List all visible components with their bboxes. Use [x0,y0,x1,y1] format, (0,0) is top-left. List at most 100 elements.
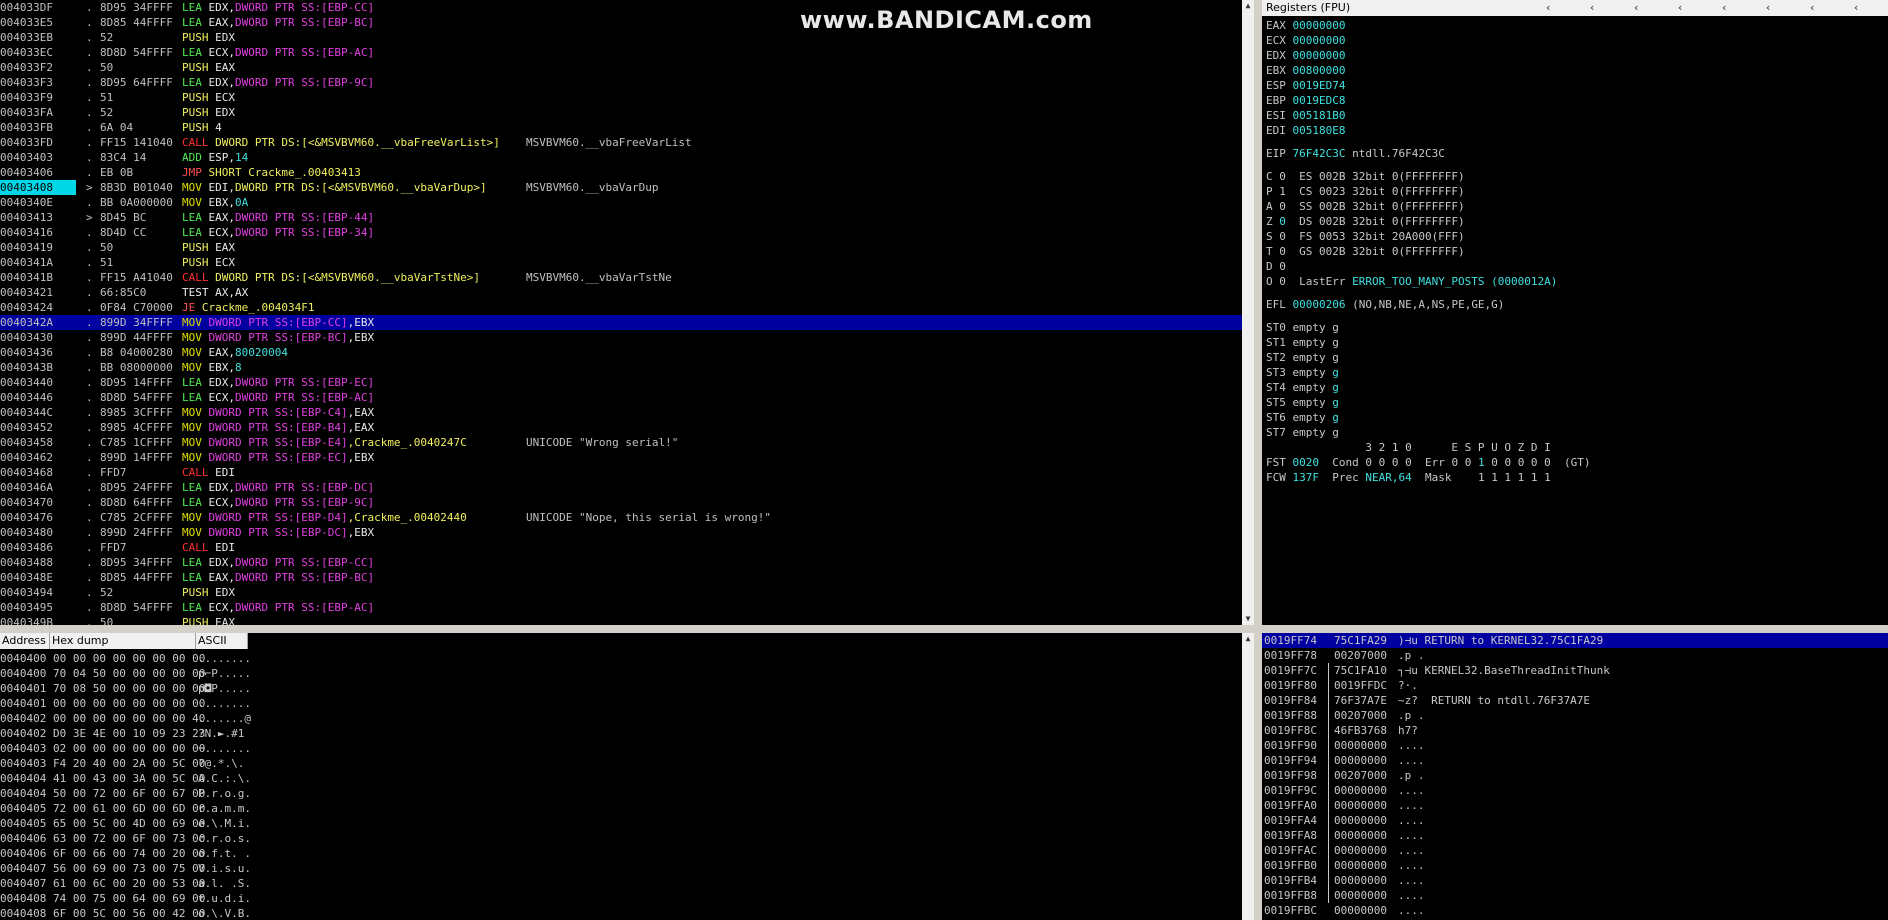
register-line[interactable]: P 1 CS 0023 32bit 0(FFFFFFFF) [1266,184,1465,199]
disasm-row[interactable]: 0040346A. 8D95 24FFFF LEA EDX,DWORD PTR SS… [0,480,1242,495]
stack-row[interactable]: 0019FFB4 00000000.... [1262,873,1888,888]
register-line[interactable]: ST3 empty g [1266,365,1339,380]
disasm-row[interactable]: 0040342A. 899D 34FFFF MOV DWORD PTR SS:[EB… [0,315,1242,330]
disasm-row[interactable]: 00403495. 8D8D 54FFFF LEA ECX,DWORD PTR SS… [0,600,1242,615]
stack-row[interactable]: 0019FFB0 00000000.... [1262,858,1888,873]
disasm-row[interactable]: 00403421. 66:85C0 TEST AX,AX [0,285,1242,300]
nav-left-icon[interactable]: ‹ [1590,0,1594,16]
register-line[interactable]: Z 0 DS 002B 32bit 0(FFFFFFFF) [1266,214,1465,229]
registers-pane[interactable]: Registers (FPU) ‹ ‹ ‹ ‹ ‹ ‹ ‹ ‹ EAX 0000… [1262,0,1888,625]
register-line[interactable]: ST7 empty g [1266,425,1339,440]
disasm-row[interactable]: 00403488. 8D95 34FFFF LEA EDX,DWORD PTR SS… [0,555,1242,570]
nav-left-icon[interactable]: ‹ [1854,0,1858,16]
stack-row[interactable]: 0019FF78 00207000 .p . [1262,648,1888,663]
register-line[interactable]: ST0 empty g [1266,320,1339,335]
register-line[interactable]: FST 0020 Cond 0 0 0 0 Err 0 0 1 0 0 0 0 … [1266,455,1591,470]
stack-row[interactable]: 0019FFBC 00000000.... [1262,903,1888,918]
nav-left-icon[interactable]: ‹ [1766,0,1770,16]
scroll-up-arrow-icon[interactable]: ▲ [1242,633,1254,645]
disasm-row[interactable]: 00403458. C785 1CFFFF MOV DWORD PTR SS:[EB… [0,435,1242,450]
disasm-row[interactable]: 0040349B. 50 PUSH EAX [0,615,1242,625]
disasm-row[interactable]: 004033F9. 51 PUSH ECX [0,90,1242,105]
register-line[interactable]: C 0 ES 002B 32bit 0(FFFFFFFF) [1266,169,1465,184]
register-line[interactable]: D 0 [1266,259,1286,274]
stack-row[interactable]: 0019FF88 00207000 .p . [1262,708,1888,723]
disasm-row[interactable]: 004033FB. 6A 04 PUSH 4 [0,120,1242,135]
disasm-row[interactable]: 00403446. 8D8D 54FFFF LEA ECX,DWORD PTR SS… [0,390,1242,405]
disasm-row[interactable]: 0040340E. BB 0A000000 MOV EBX,0A [0,195,1242,210]
disasm-row[interactable]: 00403403. 83C4 14 ADD ESP,14 [0,150,1242,165]
register-line[interactable]: EBX 00800000 [1266,63,1345,78]
register-line[interactable]: FCW 137F Prec NEAR,64 Mask 1 1 1 1 1 1 [1266,470,1551,485]
vertical-splitter[interactable] [1254,0,1262,920]
register-line[interactable]: 3 2 1 0 E S P U O Z D I [1266,440,1550,455]
disasm-row[interactable]: 004033FA. 52 PUSH EDX [0,105,1242,120]
disasm-row[interactable]: 00403486. FFD7 CALL EDI [0,540,1242,555]
horizontal-splitter[interactable] [0,625,1888,633]
stack-row[interactable]: 0019FF9C 00000000.... [1262,783,1888,798]
stack-row[interactable]: 0019FF94 00000000.... [1262,753,1888,768]
column-header-address[interactable]: Address [0,633,50,649]
disasm-row[interactable]: 00403416. 8D4D CC LEA ECX,DWORD PTR SS:[EB… [0,225,1242,240]
stack-row[interactable]: 0019FF74 75C1FA29)⊣u RETURN to KERNEL32.7… [1262,633,1888,648]
disasm-row[interactable]: 004033F2. 50 PUSH EAX [0,60,1242,75]
register-line[interactable]: EFL 00000206 (NO,NB,NE,A,NS,PE,GE,G) [1266,297,1504,312]
disasm-row[interactable]: 00403430. 899D 44FFFF MOV DWORD PTR SS:[EB… [0,330,1242,345]
register-line[interactable]: ESP 0019ED74 [1266,78,1345,93]
nav-left-icon[interactable]: ‹ [1546,0,1550,16]
disasm-row[interactable]: 0040348E. 8D85 44FFFF LEA EAX,DWORD PTR SS… [0,570,1242,585]
disasm-row[interactable]: 0040341A. 51 PUSH ECX [0,255,1242,270]
register-line[interactable]: EDX 00000000 [1266,48,1345,63]
disasm-row[interactable]: 00403470. 8D8D 64FFFF LEA ECX,DWORD PTR SS… [0,495,1242,510]
disasm-row[interactable]: 00403480. 899D 24FFFF MOV DWORD PTR SS:[EB… [0,525,1242,540]
column-header-hex[interactable]: Hex dump [50,633,196,649]
stack-row[interactable]: 0019FFB8 00000000.... [1262,888,1888,903]
stack-row[interactable]: 0019FF7C 75C1FA10 ┐⊣u KERNEL32.BaseThreadI… [1262,663,1888,678]
register-line[interactable]: EAX 00000000 [1266,18,1345,33]
nav-left-icon[interactable]: ‹ [1722,0,1726,16]
register-line[interactable]: EDI 005180E8 [1266,123,1345,138]
disasm-row[interactable]: 0040341B. FF15 A41040 CALL DWORD PTR DS:[<… [0,270,1242,285]
stack-row[interactable]: 0019FF84 76F37A7E ~z? RETURN to ntdll.76F3… [1262,693,1888,708]
disasm-row[interactable]: 00403408 >8B3D B01040 MOV EDI,DWORD PTR DS… [0,180,1242,195]
register-line[interactable]: ST4 empty g [1266,380,1339,395]
stack-row[interactable]: 0019FF80 0019FFDC ?·. [1262,678,1888,693]
stack-row[interactable]: 0019FF98 00207000 .p . [1262,768,1888,783]
disasm-row[interactable]: 004033FD. FF15 141040 CALL DWORD PTR DS:[<… [0,135,1242,150]
register-line[interactable]: O 0 LastErr ERROR_TOO_MANY_POSTS (000001… [1266,274,1557,289]
disasm-row[interactable]: 004033F3. 8D95 64FFFF LEA EDX,DWORD PTR SS… [0,75,1242,90]
disasm-row[interactable]: 00403452. 8985 4CFFFF MOV DWORD PTR SS:[EB… [0,420,1242,435]
register-line[interactable]: EBP 0019EDC8 [1266,93,1345,108]
register-line[interactable]: ST5 empty g [1266,395,1339,410]
dump-scrollbar[interactable]: ▲ [1242,633,1254,920]
stack-row[interactable]: 0019FFA0 00000000.... [1262,798,1888,813]
stack-row[interactable]: 0019FF8C 46FB3768 h7? [1262,723,1888,738]
register-line[interactable]: ST6 empty g [1266,410,1339,425]
disasm-row[interactable]: 00403419. 50 PUSH EAX [0,240,1242,255]
disasm-row[interactable]: 0040344C. 8985 3CFFFF MOV DWORD PTR SS:[EB… [0,405,1242,420]
register-line[interactable]: S 0 FS 0053 32bit 20A000(FFF) [1266,229,1465,244]
register-line[interactable]: ST1 empty g [1266,335,1339,350]
disasm-row[interactable]: 0040343B. BB 08000000 MOV EBX,8 [0,360,1242,375]
disasm-row[interactable]: 00403468. FFD7 CALL EDI [0,465,1242,480]
disassembly-pane[interactable]: 004033DF. 8D95 34FFFF LEA EDX,DWORD PTR SS… [0,0,1242,625]
disasm-row[interactable]: 00403424. 0F84 C70000 JE Crackme_.004034F1 [0,300,1242,315]
scroll-down-arrow-icon[interactable]: ▼ [1242,613,1254,625]
disasm-row[interactable]: 00403476. C785 2CFFFF MOV DWORD PTR SS:[EB… [0,510,1242,525]
register-line[interactable]: ST2 empty g [1266,350,1339,365]
disassembly-scrollbar[interactable]: ▲ ▼ [1242,0,1254,625]
register-line[interactable]: A 0 SS 002B 32bit 0(FFFFFFFF) [1266,199,1465,214]
register-line[interactable]: T 0 GS 002B 32bit 0(FFFFFFFF) [1266,244,1465,259]
register-line[interactable]: EIP 76F42C3C ntdll.76F42C3C [1266,146,1445,161]
disasm-row[interactable]: 00403462. 899D 14FFFF MOV DWORD PTR SS:[EB… [0,450,1242,465]
nav-left-icon[interactable]: ‹ [1678,0,1682,16]
registers-titlebar[interactable]: Registers (FPU) ‹ ‹ ‹ ‹ ‹ ‹ ‹ ‹ [1262,0,1888,16]
disasm-row[interactable]: 00403440. 8D95 14FFFF LEA EDX,DWORD PTR SS… [0,375,1242,390]
scroll-up-arrow-icon[interactable]: ▲ [1242,0,1254,12]
disasm-row[interactable]: 004033EC. 8D8D 54FFFF LEA ECX,DWORD PTR SS… [0,45,1242,60]
stack-row[interactable]: 0019FFA4 00000000.... [1262,813,1888,828]
disasm-row[interactable]: 00403406. EB 0B JMP SHORT Crackme_.0040341… [0,165,1242,180]
stack-row[interactable]: 0019FFAC 00000000.... [1262,843,1888,858]
disasm-row[interactable]: 00403436. B8 04000280 MOV EAX,80020004 [0,345,1242,360]
hex-dump-pane[interactable]: Address Hex dump ASCII 0040400 00 00 00 0… [0,633,1242,920]
